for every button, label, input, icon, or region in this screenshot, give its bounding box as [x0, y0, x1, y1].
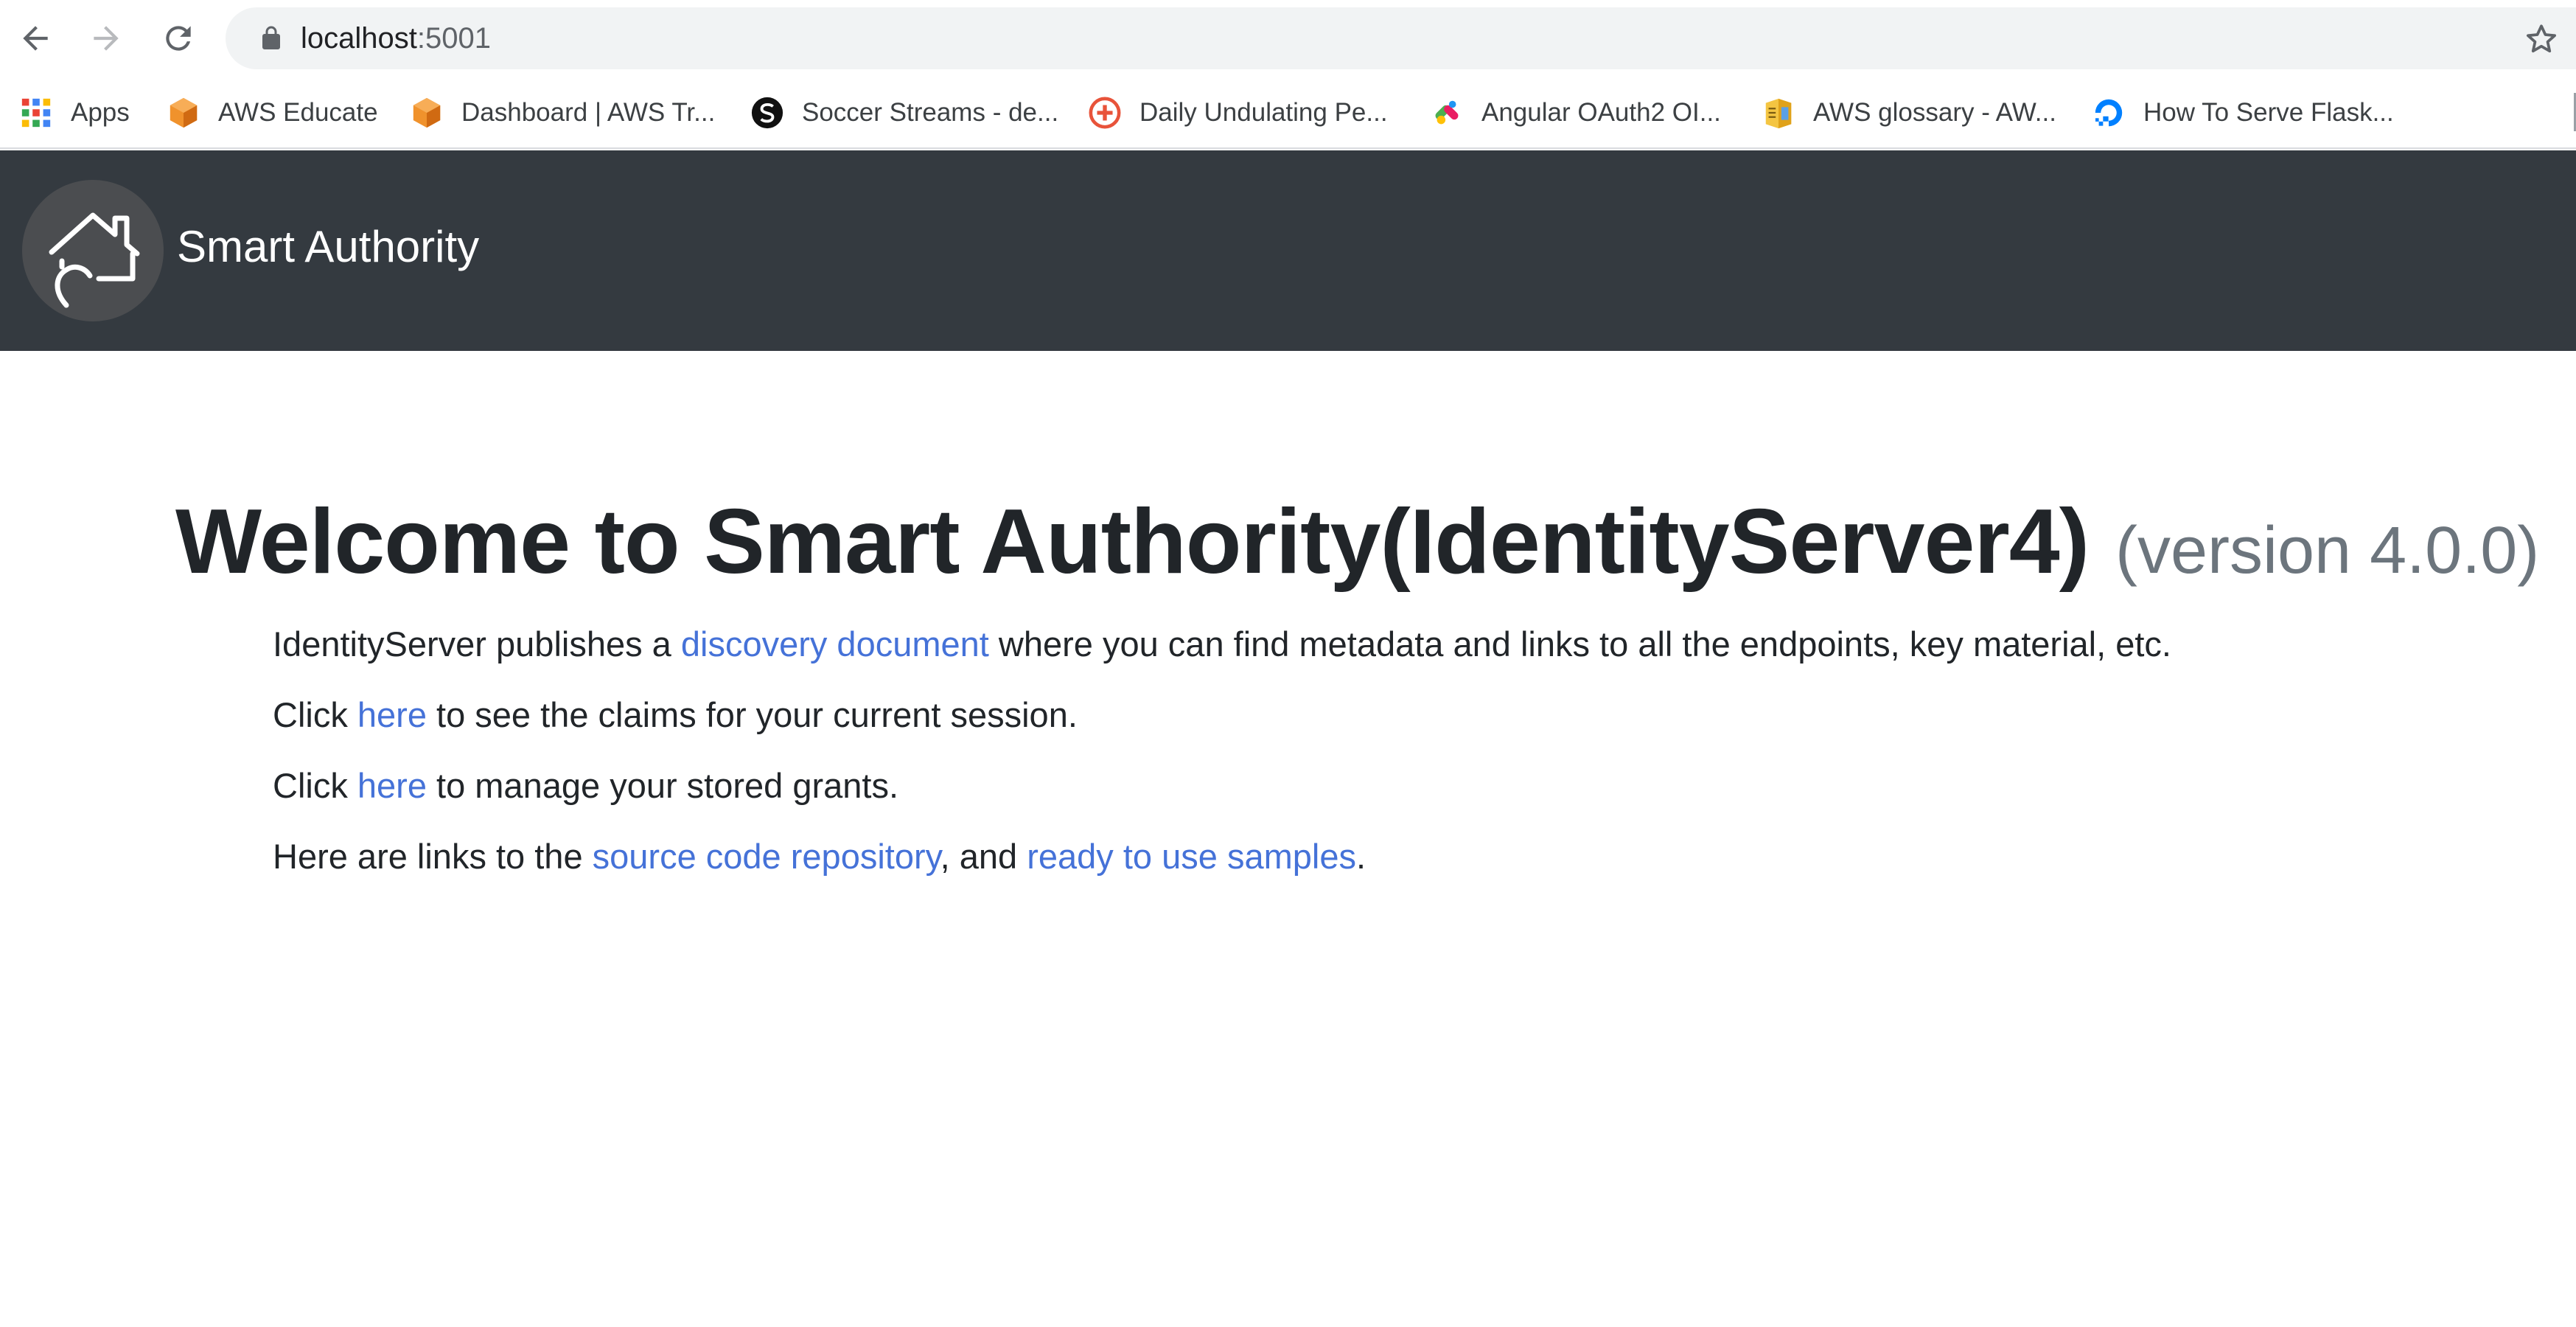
- site-logo[interactable]: [22, 180, 164, 321]
- bookmark-star-icon[interactable]: [2523, 21, 2560, 58]
- house-logo-icon: [49, 212, 140, 308]
- bookmark-label: Apps: [71, 98, 130, 127]
- bookmark-label: Daily Undulating Pe...: [1139, 98, 1388, 127]
- soccer-streams-icon: [751, 97, 783, 129]
- glossary-book-icon: [1765, 98, 1792, 129]
- plus-circle-icon: [1089, 97, 1121, 129]
- discovery-paragraph: IdentityServer publishes a discovery doc…: [273, 624, 2171, 664]
- aws-cube-icon: [170, 97, 198, 128]
- bookmark-label: Soccer Streams - de...: [802, 98, 1059, 127]
- reload-button[interactable]: [153, 13, 203, 63]
- bookmark-aws-glossary[interactable]: AWS glossary - AW...: [1762, 91, 2056, 134]
- url-text[interactable]: localhost:5001: [301, 22, 491, 55]
- bookmarks-bar: Apps AWS Educate Dashboard | AWS Tr... S…: [0, 77, 2576, 149]
- bookmark-daily-undulating[interactable]: Daily Undulating Pe...: [1088, 91, 1388, 134]
- digitalocean-icon: [2095, 99, 2123, 127]
- bookmark-angular-oauth2[interactable]: Angular OAuth2 OI...: [1430, 91, 1721, 134]
- source-code-repository-link[interactable]: source code repository: [593, 837, 940, 876]
- links-paragraph: Here are links to the source code reposi…: [273, 837, 1366, 876]
- grants-paragraph: Click here to manage your stored grants.: [273, 766, 899, 805]
- welcome-heading: Welcome to Smart Authority(IdentityServe…: [175, 487, 2539, 597]
- bookmark-aws-educate[interactable]: AWS Educate: [167, 91, 378, 134]
- bookmark-label: Dashboard | AWS Tr...: [461, 98, 716, 127]
- bookmark-label: AWS glossary - AW...: [1813, 98, 2056, 127]
- reload-icon: [166, 26, 191, 51]
- claims-paragraph: Click here to see the claims for your cu…: [273, 695, 1078, 734]
- address-bar[interactable]: localhost:5001: [226, 7, 2576, 69]
- bookmark-apps[interactable]: Apps: [19, 91, 130, 134]
- apps-grid-icon: [21, 98, 51, 128]
- bookmark-label: How To Serve Flask...: [2143, 98, 2394, 127]
- angular-oauth-icon: [1435, 100, 1459, 125]
- browser-toolbar: localhost:5001: [0, 0, 2576, 77]
- back-arrow-icon: [23, 26, 48, 51]
- ready-to-use-samples-link[interactable]: ready to use samples: [1027, 837, 1356, 876]
- brand-name[interactable]: Smart Authority: [177, 220, 479, 274]
- bookmark-label: Angular OAuth2 OI...: [1481, 98, 1721, 127]
- back-button[interactable]: [10, 13, 60, 63]
- page-title: Welcome to Smart Authority(IdentityServe…: [175, 491, 2090, 593]
- discovery-document-link[interactable]: discovery document: [681, 624, 989, 664]
- forward-arrow-icon: [94, 26, 119, 51]
- lock-icon: [262, 26, 280, 49]
- forward-button[interactable]: [81, 13, 131, 63]
- version-label: (version 4.0.0): [2115, 514, 2540, 588]
- bookmark-serve-flask[interactable]: How To Serve Flask...: [2092, 91, 2394, 134]
- bookmark-label: AWS Educate: [218, 98, 378, 127]
- bookmark-soccer-streams[interactable]: Soccer Streams - de...: [750, 91, 1058, 134]
- grants-here-link[interactable]: here: [357, 766, 427, 805]
- claims-here-link[interactable]: here: [357, 695, 427, 734]
- site-navbar: Smart Authority: [0, 150, 2576, 351]
- aws-cube-icon: [413, 97, 441, 128]
- bookmark-dashboard-aws[interactable]: Dashboard | AWS Tr...: [410, 91, 715, 134]
